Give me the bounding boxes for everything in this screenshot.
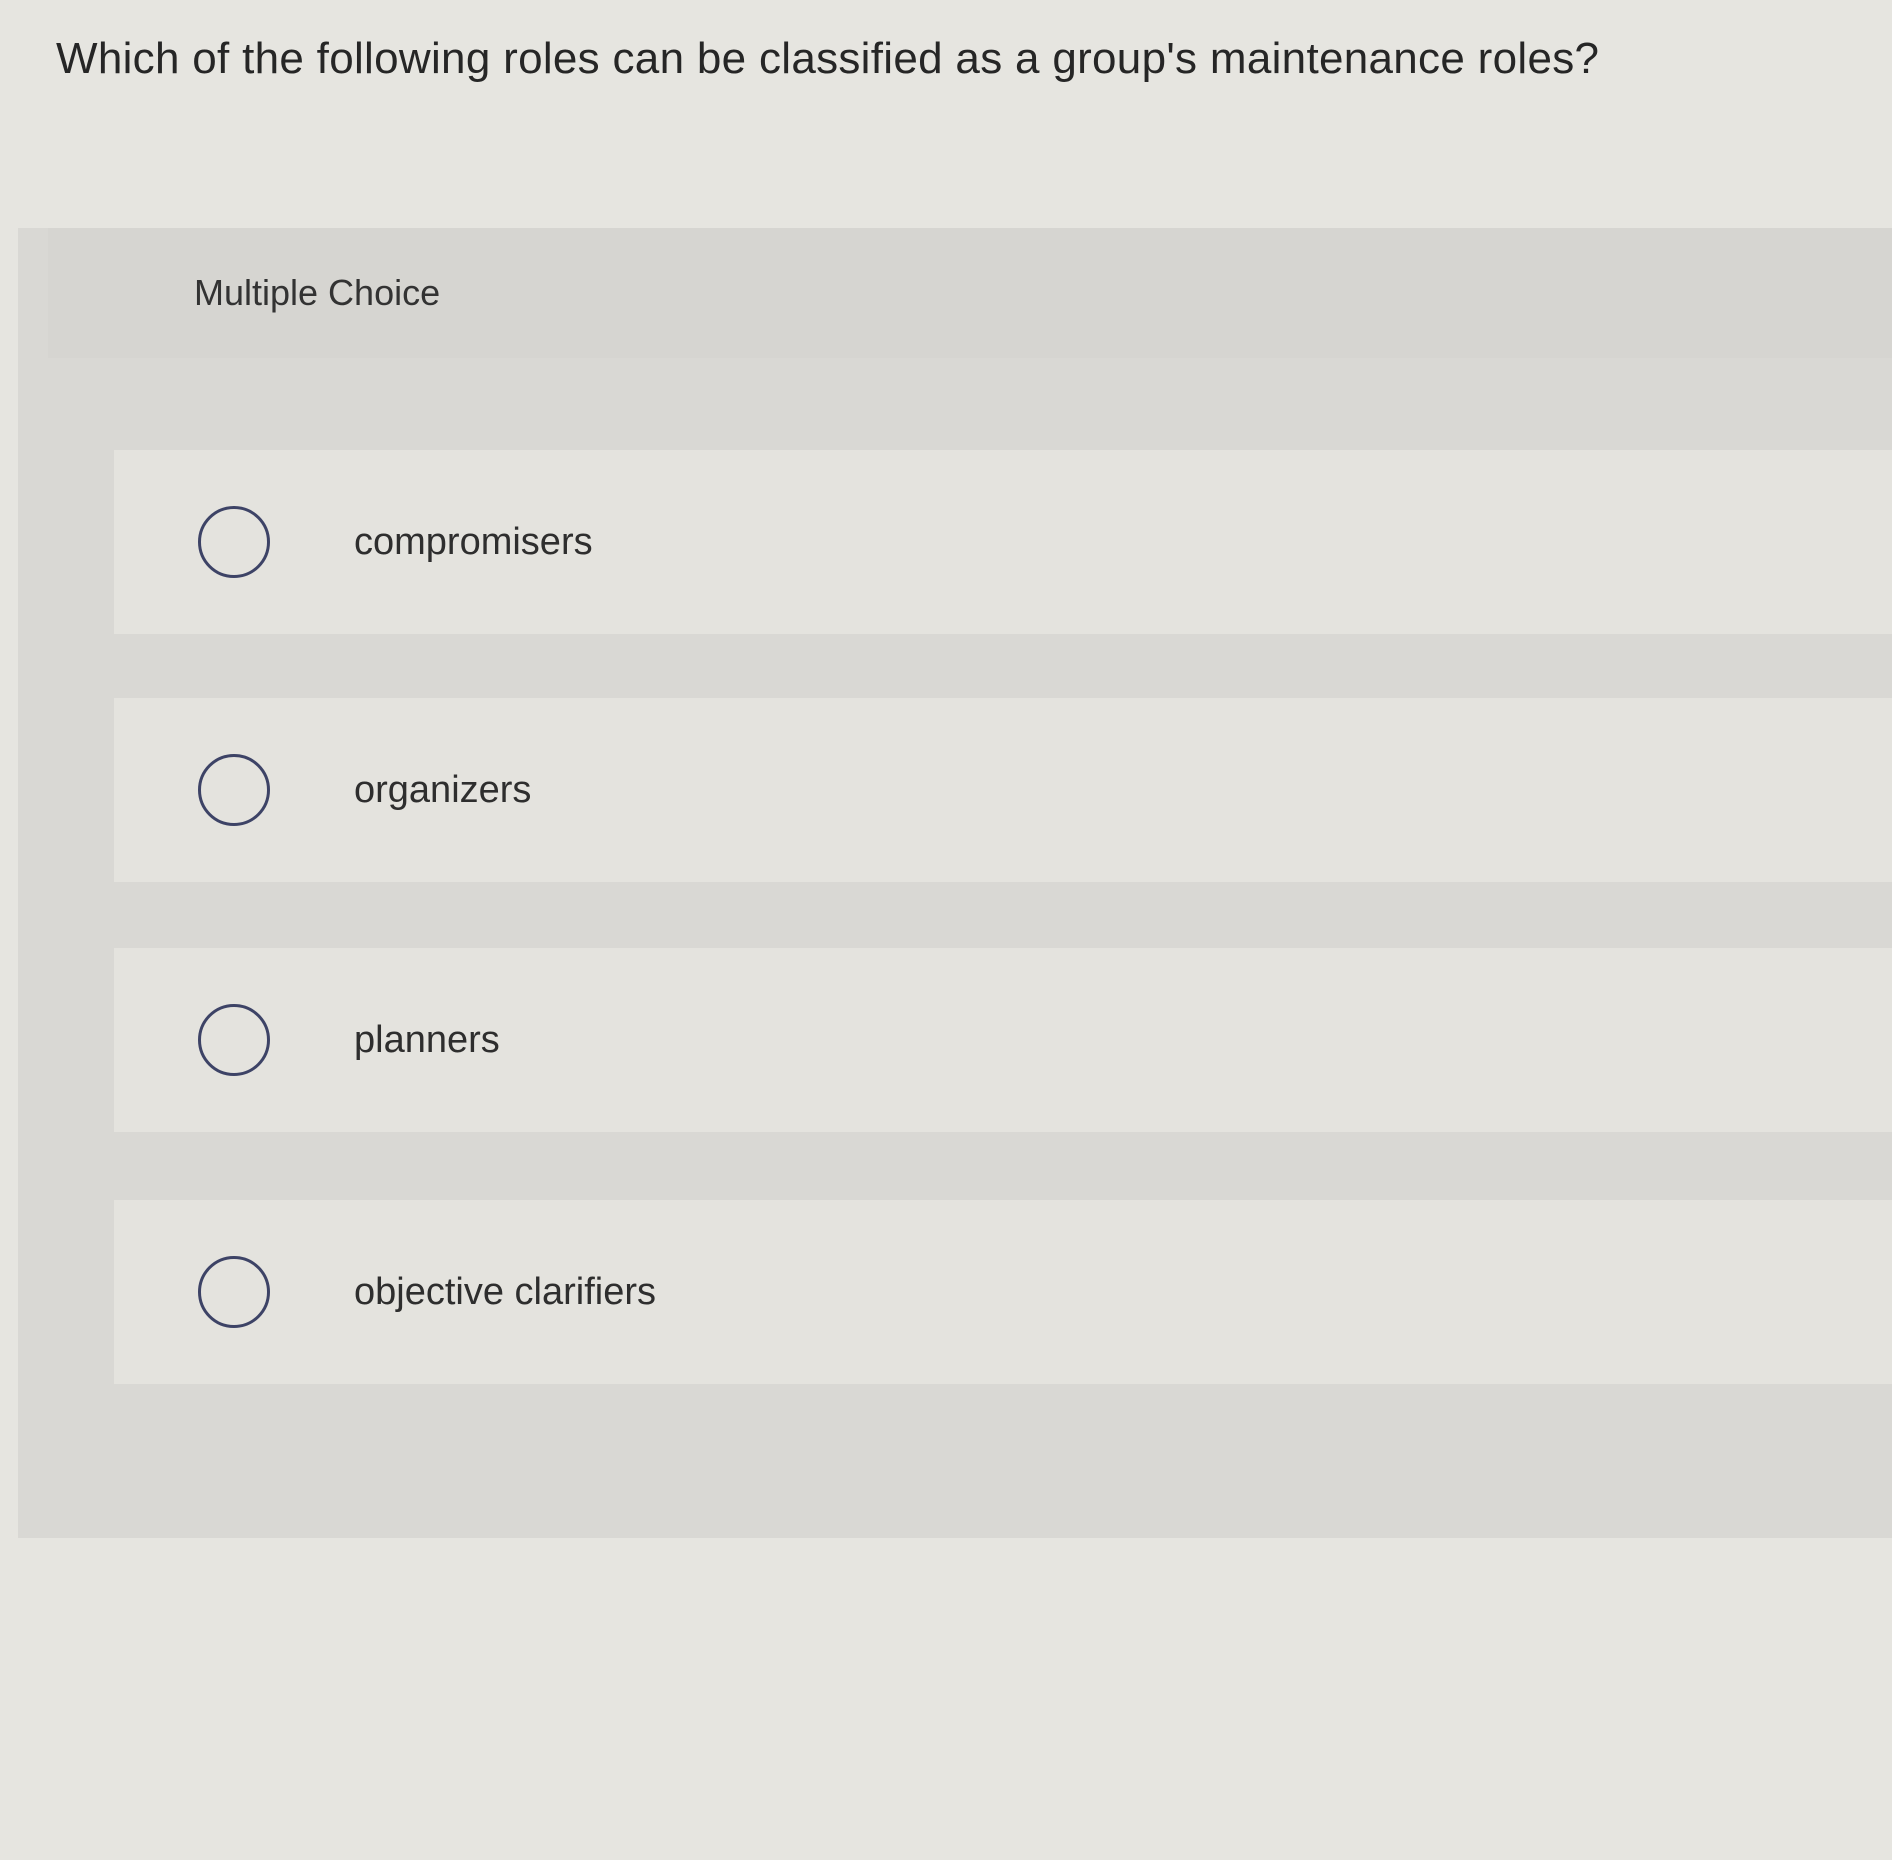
answer-option-label: compromisers — [354, 520, 593, 563]
radio-button-icon[interactable] — [198, 506, 270, 578]
radio-button-icon[interactable] — [198, 754, 270, 826]
answer-option-compromisers[interactable]: compromisers — [114, 450, 1892, 634]
answer-option-objective-clarifiers[interactable]: objective clarifiers — [114, 1200, 1892, 1384]
answer-option-label: organizers — [354, 768, 532, 811]
answer-option-planners[interactable]: planners — [114, 948, 1892, 1132]
question-text: Which of the following roles can be clas… — [56, 34, 1600, 83]
answer-option-label: planners — [354, 1018, 500, 1061]
question-type-label: Multiple Choice — [194, 272, 441, 313]
answer-option-label: objective clarifiers — [354, 1270, 656, 1313]
radio-button-icon[interactable] — [198, 1004, 270, 1076]
panel-header: Multiple Choice — [48, 228, 1892, 358]
radio-button-icon[interactable] — [198, 1256, 270, 1328]
answer-option-organizers[interactable]: organizers — [114, 698, 1892, 882]
multiple-choice-panel: Multiple Choice compromisers organizers … — [18, 228, 1892, 1538]
